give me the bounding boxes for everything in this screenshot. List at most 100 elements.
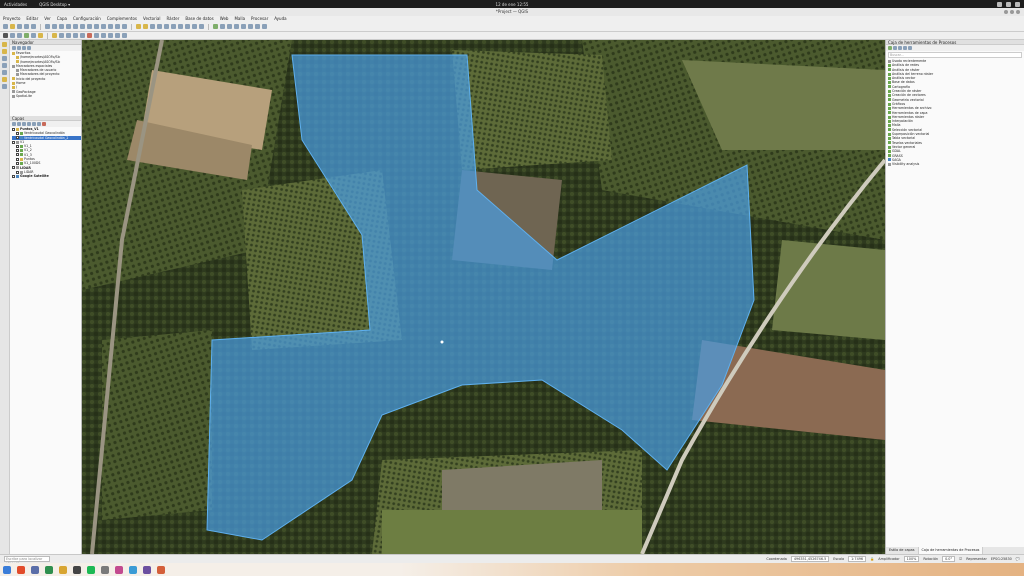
zoom-selection-icon[interactable] <box>80 24 85 29</box>
volume-icon[interactable] <box>1006 1 1011 7</box>
digitize-tool-icon[interactable] <box>2 42 7 47</box>
feature-tool-icon[interactable] <box>2 77 7 82</box>
layer-checkbox[interactable] <box>12 166 15 170</box>
app-settings-icon[interactable] <box>101 565 109 574</box>
layer-checkbox[interactable] <box>12 174 15 178</box>
app-firefox-icon[interactable] <box>17 565 25 574</box>
layer-item[interactable]: Google Satellite <box>12 174 81 178</box>
open-project-icon[interactable] <box>10 24 15 29</box>
app-terminal-icon[interactable] <box>73 565 81 574</box>
zoom-next-icon[interactable] <box>108 24 113 29</box>
deselect-icon[interactable] <box>150 24 155 29</box>
processing-item[interactable]: Visibility analysis <box>888 162 1024 166</box>
app-chromium-icon[interactable] <box>31 565 39 574</box>
add-polygon-icon[interactable] <box>73 33 78 38</box>
run-icon[interactable] <box>888 46 892 50</box>
edit-features-icon[interactable] <box>903 46 907 50</box>
style-icon[interactable] <box>12 122 16 126</box>
add-raster-icon[interactable] <box>31 33 36 38</box>
app-spotify-icon[interactable] <box>87 565 95 574</box>
app-files-icon[interactable] <box>3 565 11 574</box>
graphical-modeler-icon[interactable] <box>227 24 232 29</box>
app-editor-icon[interactable] <box>129 565 137 574</box>
new-geopackage-icon[interactable] <box>10 33 15 38</box>
app-media-icon[interactable] <box>115 565 123 574</box>
split-tool-icon[interactable] <box>2 84 7 89</box>
filter-legend-icon[interactable] <box>27 122 31 126</box>
pan-icon[interactable] <box>45 24 50 29</box>
save-as-icon[interactable] <box>24 24 29 29</box>
tab-processing-toolbox[interactable]: Caja de herramientas de Procesos <box>918 547 984 554</box>
add-vector-icon[interactable] <box>24 33 29 38</box>
zoom-in-icon[interactable] <box>59 24 64 29</box>
annotation-icon[interactable] <box>192 24 197 29</box>
select-features-icon[interactable] <box>143 24 148 29</box>
locator-search-input[interactable]: Escribe para localizar (Ctrl+K) <box>4 556 50 566</box>
plugin-icon[interactable] <box>248 24 253 29</box>
undo-icon[interactable] <box>115 33 120 38</box>
rotation-field[interactable]: 0.0° <box>942 556 956 562</box>
app-qgis-icon[interactable] <box>45 565 53 574</box>
collapse-all-icon[interactable] <box>37 122 41 126</box>
delete-selected-icon[interactable] <box>87 33 92 38</box>
new-map-view-icon[interactable] <box>115 24 120 29</box>
messages-icon[interactable]: 💬 <box>1016 557 1020 561</box>
zoom-native-icon[interactable] <box>94 24 99 29</box>
zoom-full-icon[interactable] <box>73 24 78 29</box>
layer-checkbox[interactable] <box>12 127 15 131</box>
layer-checkbox[interactable] <box>16 157 19 161</box>
collapse-all-icon[interactable] <box>22 46 26 50</box>
tab-layer-styling[interactable]: Estilo de capas <box>886 547 919 554</box>
app-software-icon[interactable] <box>157 565 165 574</box>
processing-toolbox-icon[interactable] <box>220 24 225 29</box>
zoom-last-icon[interactable] <box>101 24 106 29</box>
toggle-editing-icon[interactable] <box>52 33 57 38</box>
crs-button[interactable]: EPSG:25830 <box>991 557 1012 561</box>
edit-tool-icon[interactable] <box>2 63 7 68</box>
remove-layer-icon[interactable] <box>42 122 46 126</box>
magnifier-field[interactable]: 100% <box>903 556 920 562</box>
layer-checkbox[interactable] <box>16 131 19 135</box>
properties-icon[interactable] <box>27 46 31 50</box>
lock-icon[interactable]: 🔒 <box>870 557 874 561</box>
minimize-icon[interactable] <box>1004 10 1008 14</box>
print-layout-icon[interactable] <box>31 24 36 29</box>
cut-icon[interactable] <box>94 33 99 38</box>
plugin-icon-2[interactable] <box>255 24 260 29</box>
edit-tool-icon-2[interactable] <box>2 70 7 75</box>
map-tips-icon[interactable] <box>185 24 190 29</box>
map-canvas[interactable] <box>82 40 885 554</box>
attribute-table-icon[interactable] <box>157 24 162 29</box>
app-office-icon[interactable] <box>143 565 151 574</box>
history-icon[interactable] <box>893 46 897 50</box>
save-edits-icon[interactable] <box>59 33 64 38</box>
layer-tool-icon[interactable] <box>2 56 7 61</box>
browser-item-spatialite[interactable]: SpatiaLite <box>12 94 81 98</box>
digitize-icon[interactable] <box>66 33 71 38</box>
statistics-icon[interactable] <box>178 24 183 29</box>
results-viewer-icon[interactable] <box>241 24 246 29</box>
layer-checkbox[interactable] <box>16 144 19 148</box>
layer-checkbox[interactable] <box>16 170 19 174</box>
measure-icon[interactable] <box>171 24 176 29</box>
refresh-icon[interactable] <box>122 24 127 29</box>
history-icon[interactable] <box>234 24 239 29</box>
power-icon[interactable] <box>1015 1 1020 7</box>
map-point[interactable] <box>440 340 444 344</box>
system-clock[interactable]: 12 de ene 12:55 <box>0 2 1024 7</box>
results-icon[interactable] <box>898 46 902 50</box>
new-project-icon[interactable] <box>3 24 8 29</box>
coordinate-field[interactable]: 496351,4526746.5 <box>790 556 830 562</box>
vertex-tool-icon[interactable] <box>80 33 85 38</box>
paste-icon[interactable] <box>108 33 113 38</box>
layer-checkbox[interactable] <box>16 153 19 157</box>
pan-to-selection-icon[interactable] <box>52 24 57 29</box>
add-group-icon[interactable] <box>17 122 21 126</box>
new-shapefile-icon[interactable] <box>17 33 22 38</box>
zoom-layer-icon[interactable] <box>87 24 92 29</box>
add-csv-icon[interactable] <box>38 33 43 38</box>
app-thunderbird-icon[interactable] <box>59 565 67 574</box>
polygon-tool-icon[interactable] <box>2 49 7 54</box>
layer-checkbox[interactable] <box>16 162 19 166</box>
layer-checkbox[interactable] <box>16 136 19 140</box>
